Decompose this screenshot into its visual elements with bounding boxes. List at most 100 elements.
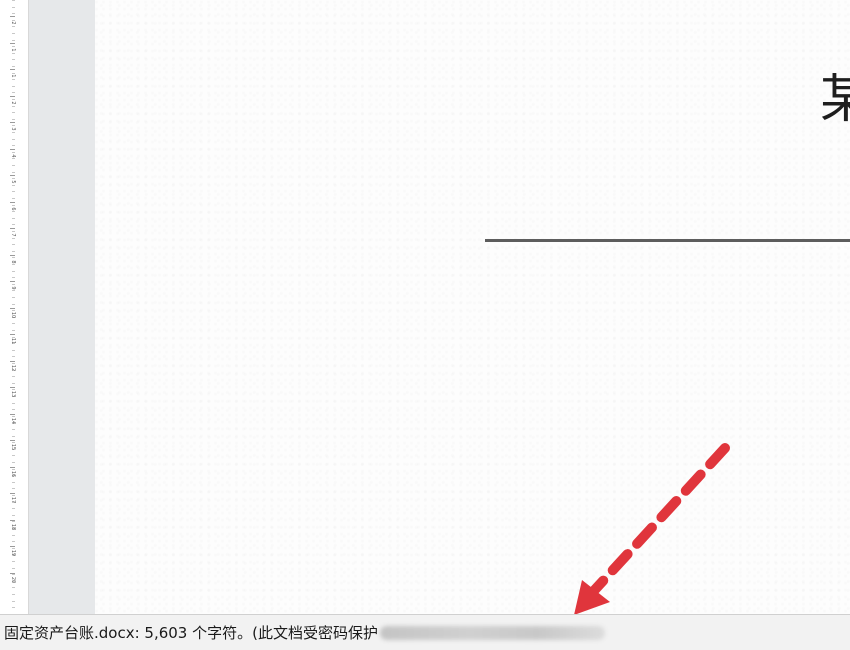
ruler-label: 15 (10, 443, 16, 451)
ruler-tick (12, 118, 15, 120)
ruler-major-tick (10, 148, 15, 150)
ruler-label: 2 (10, 21, 16, 25)
ruler-tick (12, 6, 15, 8)
ruler-tick (12, 514, 15, 516)
ruler-tick (12, 481, 15, 483)
ruler-tick (12, 429, 15, 430)
ruler-tick (12, 323, 15, 325)
ruler-tick (12, 66, 15, 67)
ruler-major-tick (10, 334, 15, 335)
ruler-label: 17 (10, 496, 16, 504)
ruler-major-tick (10, 307, 15, 309)
ruler-tick (12, 303, 15, 305)
ruler-tick (12, 250, 15, 252)
ruler-tick (12, 508, 15, 510)
ruler-label: 13 (10, 390, 16, 398)
ruler-label: 4 (10, 153, 16, 158)
ruler-tick (12, 244, 15, 246)
ruler-major-tick (10, 546, 15, 547)
ruler-tick (12, 198, 15, 199)
ruler-label: 11 (10, 337, 16, 345)
ruler-label: 10 (10, 311, 16, 318)
ruler-tick (12, 382, 15, 384)
ruler-label: 16 (10, 470, 16, 477)
ruler-tick (12, 217, 15, 219)
ruler-label: 20 (10, 576, 16, 583)
status-bar: 固定资产台账.docx: 5,603 个字符。(此文档受密码保护 (0, 614, 850, 650)
ruler-tick (12, 112, 15, 114)
page-left-margin (29, 0, 95, 614)
ruler-tick (12, 567, 15, 569)
ruler-label: 2 (10, 100, 16, 105)
ruler-tick (12, 277, 15, 279)
ruler-tick (12, 600, 15, 602)
ruler-tick (12, 224, 15, 226)
ruler-tick (12, 409, 15, 411)
ruler-major-tick (10, 69, 15, 70)
ruler-major-tick (10, 572, 15, 574)
ruler-major-tick (10, 42, 15, 44)
ruler-major-tick (10, 440, 15, 441)
ruler-tick (12, 297, 15, 298)
ruler-tick (12, 33, 15, 34)
ruler-tick (12, 13, 15, 15)
ruler-major-tick (10, 122, 15, 123)
ruler-major-tick (10, 175, 15, 176)
ruler-major-tick (10, 228, 15, 229)
vertical-ruler: 2 1 1 2 3 4 5 6 7 8 9 10 11 12 13 14 15 16 17 18 19 20 (0, 0, 29, 614)
ruler-label: 6 (10, 206, 16, 211)
ruler-major-tick (10, 281, 15, 282)
document-title: 某 (820, 70, 850, 130)
ruler-tick (12, 607, 15, 609)
ruler-tick (12, 534, 15, 536)
ruler-tick (12, 165, 15, 166)
ruler-tick (12, 561, 15, 562)
title-underline (485, 239, 850, 242)
ruler-tick (12, 39, 15, 41)
ruler-label: 19 (10, 549, 16, 557)
ruler-tick (12, 0, 15, 1)
ruler-label: 5 (10, 180, 16, 184)
ruler-tick (12, 138, 15, 140)
ruler-tick (12, 92, 15, 94)
ruler-tick (12, 171, 15, 173)
ruler-tick (12, 191, 15, 193)
ruler-label: 3 (10, 127, 16, 131)
ruler-tick (12, 488, 15, 490)
dashed-arrow-icon (574, 443, 730, 615)
ruler-major-tick (10, 360, 15, 362)
ruler-label: 9 (10, 286, 16, 290)
ruler-label: 18 (10, 523, 16, 530)
ruler-major-tick (10, 387, 15, 388)
ruler-major-tick (10, 413, 15, 415)
ruler-tick (12, 376, 15, 378)
ruler-major-tick (10, 16, 15, 17)
ruler-label: 7 (10, 233, 16, 237)
ruler-major-tick (10, 95, 15, 97)
ruler-major-tick (10, 201, 15, 203)
ruler-tick (12, 541, 15, 543)
status-bar-text: 固定资产台账.docx: 5,603 个字符。(此文档受密码保护 (4, 624, 378, 642)
ruler-label: 8 (10, 259, 16, 264)
ruler-tick (12, 330, 15, 331)
ruler-major-tick (10, 254, 15, 256)
ruler-tick (12, 349, 15, 351)
ruler-tick (12, 435, 15, 437)
ruler-major-tick (10, 493, 15, 494)
ruler-label: 1 (10, 74, 16, 78)
ruler-tick (12, 145, 15, 147)
ruler-tick (12, 402, 15, 404)
ruler-major-tick (10, 519, 15, 521)
ruler-tick (12, 270, 15, 272)
ruler-label: 12 (10, 364, 16, 371)
ruler-major-tick (10, 466, 15, 468)
ruler-tick (12, 356, 15, 358)
ruler-label: 1 (10, 47, 16, 52)
ruler-tick (12, 455, 15, 457)
status-bar-redacted-text (379, 625, 605, 640)
ruler-tick (12, 462, 15, 463)
ruler-tick (12, 59, 15, 61)
ruler-tick (12, 85, 15, 87)
ruler-label: 14 (10, 417, 16, 424)
ruler-tick (12, 594, 15, 595)
